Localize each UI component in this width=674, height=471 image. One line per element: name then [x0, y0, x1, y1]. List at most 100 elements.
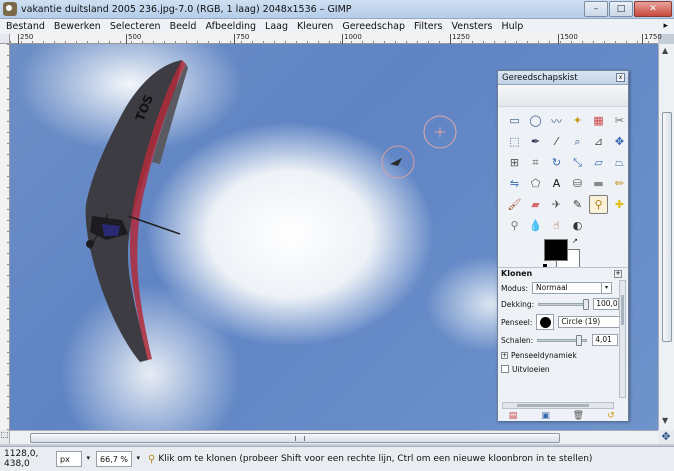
rotate-icon[interactable]: ↻ — [547, 153, 566, 172]
swap-colors-icon[interactable]: ↗ — [572, 237, 578, 245]
text-icon[interactable]: A — [547, 174, 566, 193]
scale-icon[interactable]: ⤡ — [568, 153, 587, 172]
foreground-select-icon[interactable]: ⬚ — [505, 132, 524, 151]
reset-options-icon[interactable]: ↺ — [604, 410, 618, 422]
ellipse-select-icon[interactable]: ◯ — [526, 111, 545, 130]
menu-vensters[interactable]: Vensters — [451, 21, 492, 32]
vertical-scrollbar[interactable]: ▲ ▼ — [658, 44, 674, 430]
perspective-icon[interactable]: ⏢ — [610, 153, 629, 172]
restore-options-icon[interactable]: ▣ — [539, 410, 553, 422]
opacity-input[interactable]: 100,0 — [593, 298, 620, 310]
align-icon[interactable]: ⊞ — [505, 153, 524, 172]
scroll-up-icon[interactable]: ▲ — [662, 46, 668, 55]
vertical-scroll-thumb[interactable] — [662, 112, 672, 342]
perspective-clone-icon[interactable]: ⚲ — [505, 216, 524, 235]
chevron-down-icon[interactable]: ▾ — [86, 454, 90, 462]
maximize-button[interactable]: □ — [609, 1, 633, 17]
toolbox-title-bar[interactable]: Gereedschapskist x — [498, 71, 628, 85]
hang-glider: TOS — [85, 60, 188, 362]
ruler-corner[interactable] — [0, 34, 10, 44]
ruler-tick: 1250 — [452, 33, 470, 41]
menu-bewerken[interactable]: Bewerken — [54, 21, 101, 32]
measure-icon[interactable]: ⊿ — [589, 132, 608, 151]
horizontal-scroll-thumb[interactable] — [30, 433, 560, 443]
menu-filters[interactable]: Filters — [414, 21, 442, 32]
color-picker-icon[interactable]: ⁄ — [547, 132, 566, 151]
tool-options-title: Klonen — [501, 269, 533, 278]
move-icon[interactable]: ✥ — [610, 132, 629, 151]
smudge-icon[interactable]: ☝ — [547, 216, 566, 235]
save-options-icon[interactable]: ▤ — [506, 410, 520, 422]
horizontal-scrollbar[interactable] — [10, 430, 658, 444]
flip-icon[interactable]: ⇋ — [505, 174, 524, 193]
horizontal-ruler[interactable]: 250 500 750 1000 1250 1500 1750 — [10, 33, 662, 44]
brush-dynamics-label: Penseeldynamiek — [511, 350, 577, 360]
clone-icon[interactable]: ⚲ — [589, 195, 608, 214]
ruler-tick: 250 — [20, 33, 34, 41]
menu-kleuren[interactable]: Kleuren — [297, 21, 333, 32]
dodge-burn-icon[interactable]: ◐ — [568, 216, 587, 235]
circle-brush-icon — [539, 316, 551, 328]
bucket-fill-icon[interactable]: ⛁ — [568, 174, 587, 193]
rect-select-icon[interactable]: ▭ — [505, 111, 524, 130]
airbrush-icon[interactable]: ✈ — [547, 195, 566, 214]
paths-icon[interactable]: ✒ — [526, 132, 545, 151]
paintbrush-icon[interactable]: 🖌 — [505, 195, 524, 214]
ink-icon[interactable]: ✎ — [568, 195, 587, 214]
zoom-icon[interactable]: ⌕ — [568, 132, 587, 151]
quick-mask-toggle[interactable]: ⬚ — [0, 430, 10, 444]
minimize-button[interactable]: – — [584, 1, 608, 17]
pencil-icon[interactable]: ✏ — [610, 174, 629, 193]
opacity-slider-handle[interactable] — [583, 298, 590, 310]
toolbox-title: Gereedschapskist — [502, 73, 578, 83]
menu-laag[interactable]: Laag — [265, 21, 288, 32]
close-button[interactable]: ✕ — [634, 1, 672, 17]
zoom-select[interactable]: 66,7 % ▾ — [96, 451, 140, 467]
mode-select[interactable]: Normaal ▾ — [532, 282, 613, 294]
shear-icon[interactable]: ▱ — [589, 153, 608, 172]
close-icon[interactable]: x — [616, 73, 625, 82]
scissors-select-icon[interactable]: ✂ — [610, 111, 629, 130]
brush-preview[interactable] — [536, 314, 555, 330]
scale-input[interactable]: 4,01 — [592, 334, 619, 346]
chevron-down-icon[interactable]: ▾ — [136, 454, 140, 462]
scale-slider[interactable] — [537, 334, 588, 346]
heal-icon[interactable]: ✚ — [610, 195, 629, 214]
menu-afbeelding[interactable]: Afbeelding — [205, 21, 256, 32]
vertical-ruler[interactable] — [0, 44, 10, 430]
scroll-down-icon[interactable]: ▼ — [662, 416, 668, 425]
blend-icon[interactable]: ▬ — [589, 174, 608, 193]
expand-icon[interactable]: + — [501, 351, 508, 359]
bird-speck — [390, 158, 402, 166]
scale-slider-handle[interactable] — [576, 334, 583, 346]
menu-selecteren[interactable]: Selecteren — [110, 21, 161, 32]
navigate-icon[interactable]: ✥ — [658, 430, 674, 444]
tool-options-buttons: ▤ ▣ 🗑 ↺ — [506, 410, 618, 422]
fade-option[interactable]: Uitvloeien — [498, 362, 628, 376]
ruler-tick: 1750 — [644, 33, 662, 41]
opacity-slider[interactable] — [538, 298, 590, 310]
blur-icon[interactable]: 💧 — [526, 216, 545, 235]
crop-icon[interactable]: ⌗ — [526, 153, 545, 172]
menu-gereedschap[interactable]: Gereedschap — [342, 21, 405, 32]
fuzzy-select-icon[interactable]: ✦ — [568, 111, 587, 130]
eraser-icon[interactable]: ▰ — [526, 195, 545, 214]
unit-select[interactable]: px ▾ — [56, 451, 90, 467]
delete-options-icon[interactable]: 🗑 — [571, 410, 585, 422]
tool-options-menu-icon[interactable]: + — [614, 270, 622, 278]
brush-name-field[interactable]: Circle (19) — [558, 316, 621, 328]
color-select-icon[interactable]: ▦ — [589, 111, 608, 130]
brush-dynamics-expander[interactable]: + Penseeldynamiek — [498, 348, 628, 362]
fade-checkbox[interactable] — [501, 365, 509, 373]
options-vertical-scrollbar[interactable] — [619, 280, 626, 398]
cage-icon[interactable]: ⬠ — [526, 174, 545, 193]
menu-hulp[interactable]: Hulp — [502, 21, 524, 32]
chevron-down-icon[interactable]: ▾ — [601, 283, 611, 293]
menu-beeld[interactable]: Beeld — [170, 21, 197, 32]
unit-value: px — [60, 454, 70, 464]
menu-bestand[interactable]: Bestand — [6, 21, 45, 32]
free-select-icon[interactable]: 〰 — [547, 111, 566, 130]
options-horizontal-scrollbar[interactable] — [502, 402, 614, 409]
foreground-color-swatch[interactable] — [544, 239, 568, 261]
menu-arrow-icon[interactable]: ▸ — [663, 21, 668, 31]
